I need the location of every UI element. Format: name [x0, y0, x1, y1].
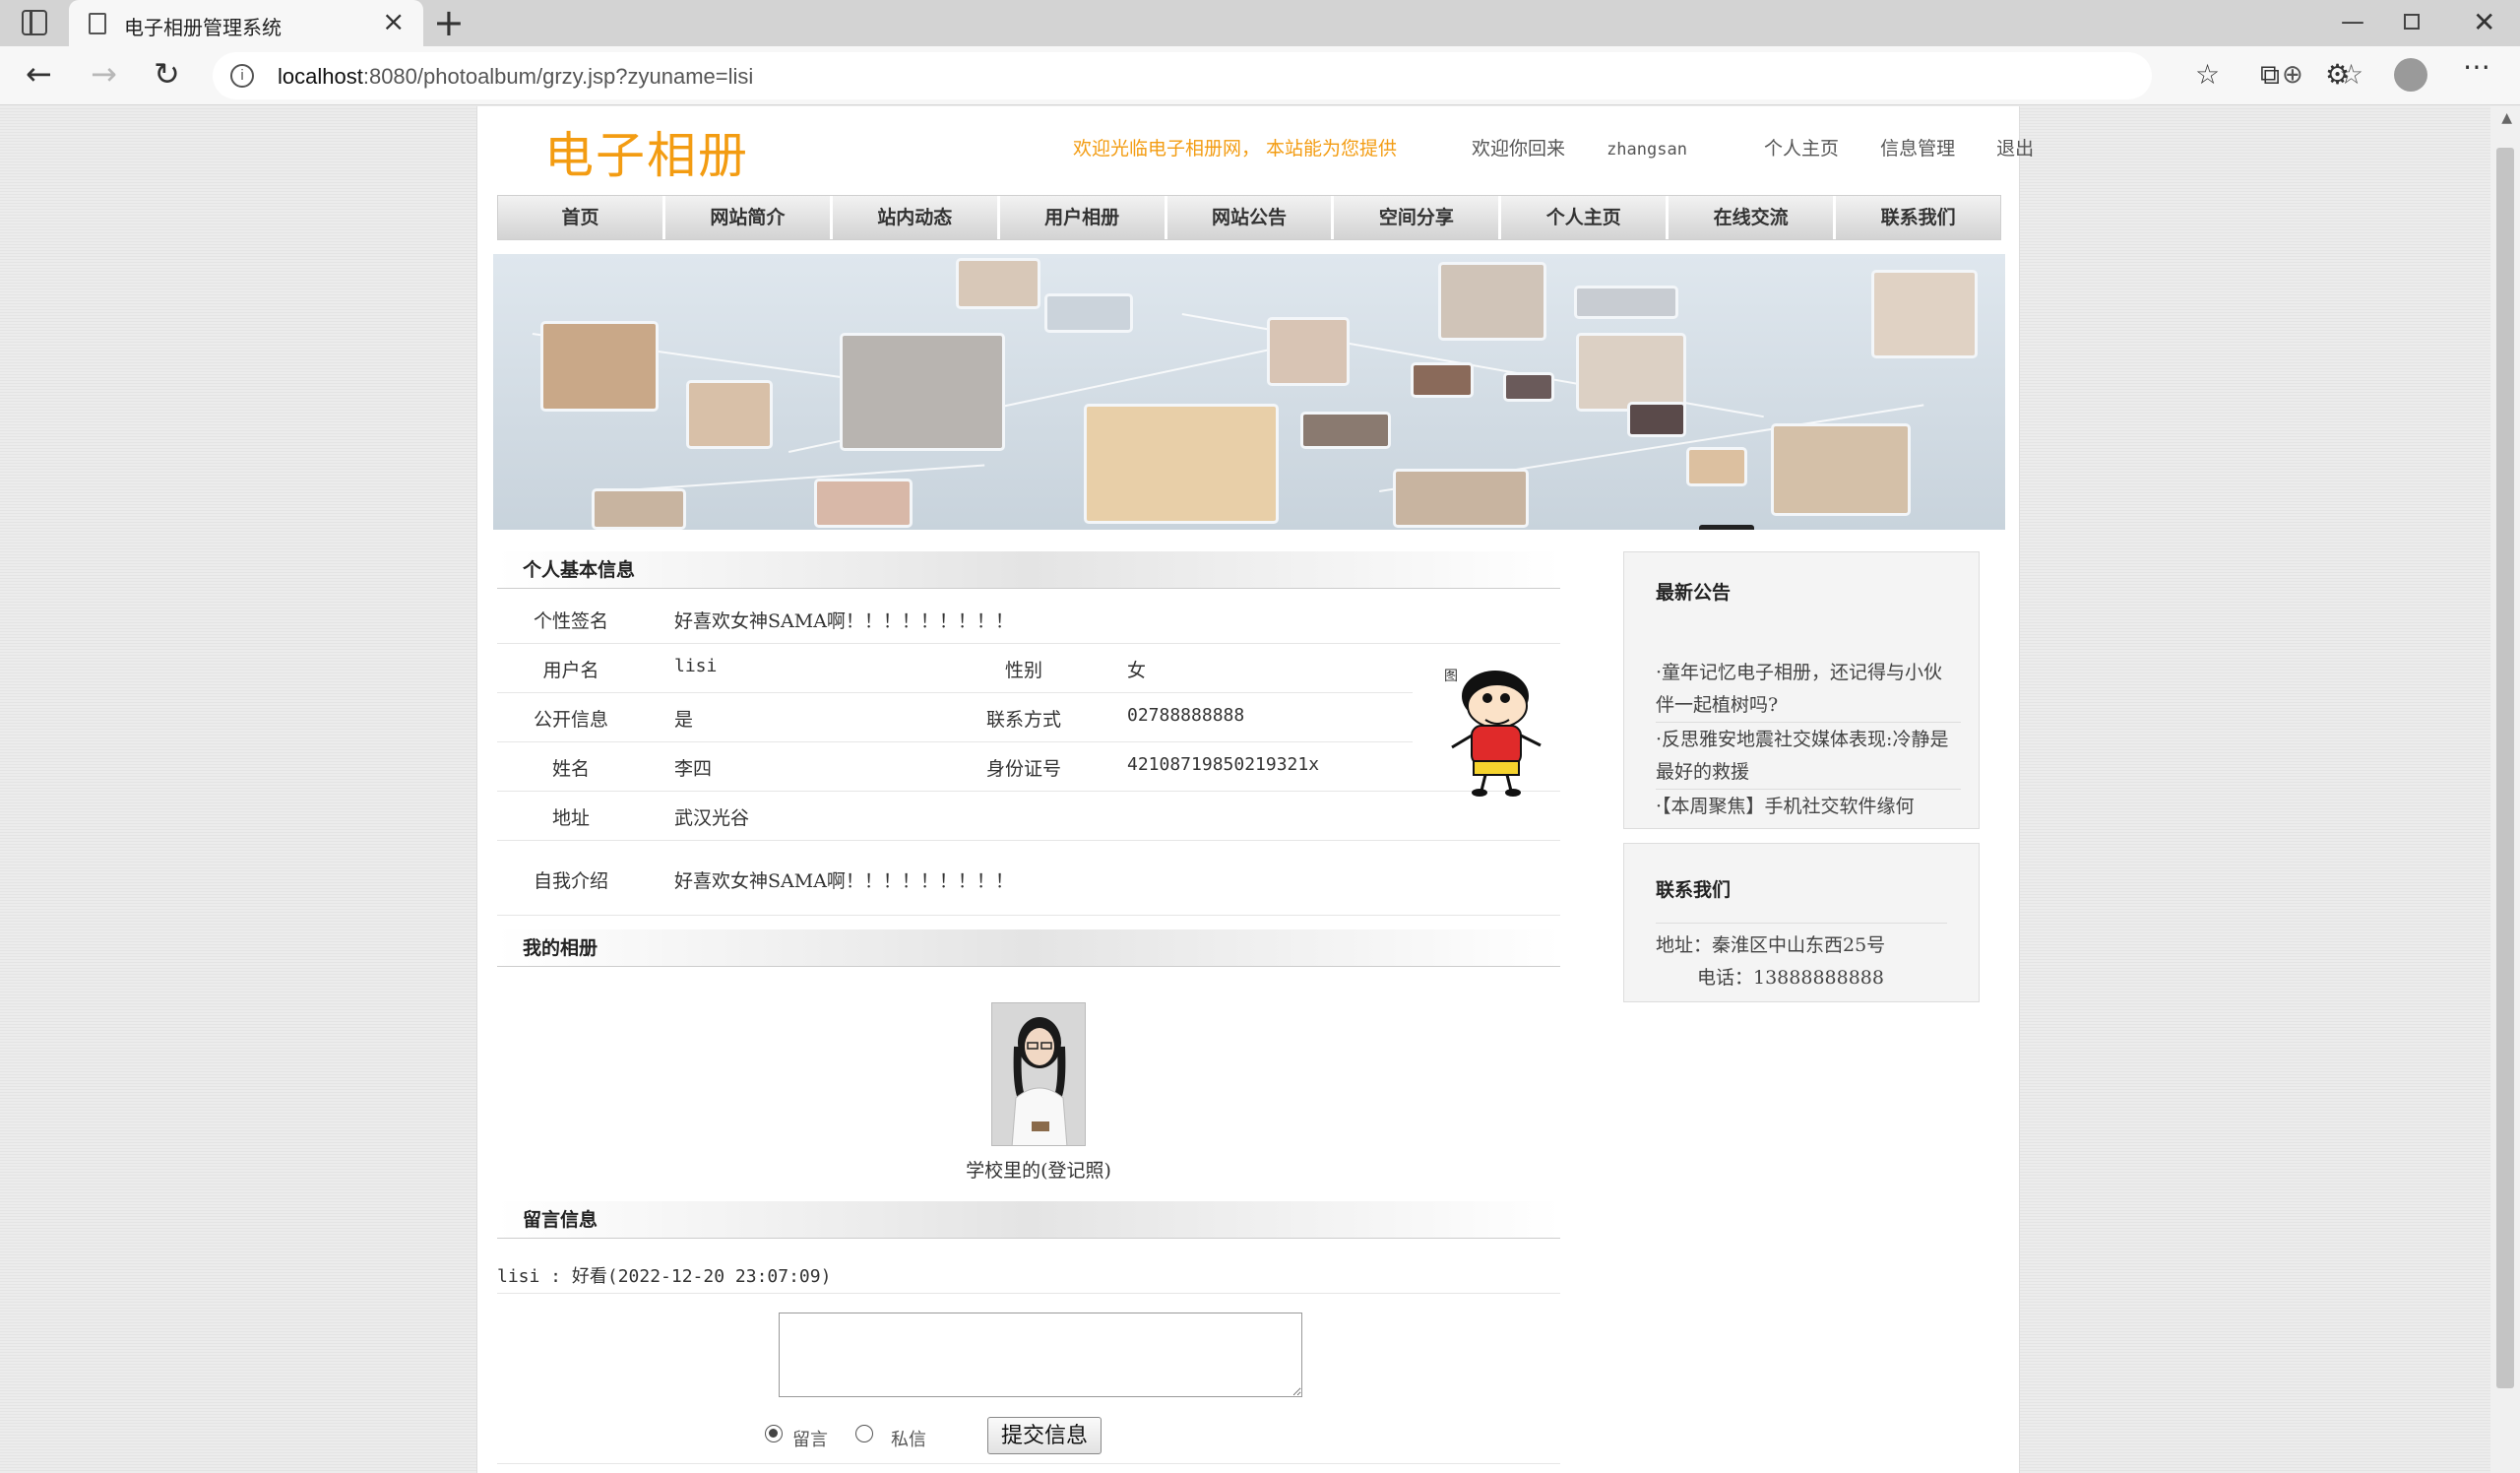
- profile-avatar[interactable]: [2394, 58, 2427, 92]
- nav-item-notices[interactable]: 网站公告: [1166, 196, 1335, 239]
- scroll-up-icon[interactable]: ▲: [2501, 110, 2512, 126]
- name-label: 姓名: [551, 758, 590, 780]
- url-input[interactable]: i localhost:8080/photoalbum/grzy.jsp?zyu…: [213, 52, 2363, 99]
- link-manage[interactable]: 信息管理: [1880, 138, 1955, 160]
- signature-value: 好喜欢女神SAMA啊！！！！！！！！！: [674, 610, 1014, 632]
- user-avatar: 图: [1432, 663, 1560, 801]
- nav-item-albums[interactable]: 用户相册: [999, 196, 1167, 239]
- album-photo-caption[interactable]: 学校里的(登记照): [940, 1156, 1137, 1183]
- reload-icon[interactable]: ↻: [154, 58, 180, 90]
- address-bar-area: ← → ↻ i localhost:8080/photoalbum/grzy.j…: [0, 46, 2520, 105]
- radio-public-message[interactable]: [765, 1425, 783, 1442]
- page-icon: [89, 13, 106, 34]
- nav-item-home[interactable]: 首页: [498, 196, 665, 239]
- signature-label: 个性签名: [533, 610, 608, 632]
- public-value: 是: [674, 709, 694, 731]
- banner-image: [493, 254, 2005, 530]
- svg-text:图: 图: [1444, 669, 1458, 684]
- radio-private-label: 私信: [891, 1430, 926, 1450]
- address-value: 武汉光谷: [674, 807, 750, 829]
- welcome-text: 欢迎你回来 zhangsan: [1472, 138, 1687, 160]
- id-label: 身份证号: [985, 758, 1061, 780]
- address-label: 地址: [551, 807, 590, 829]
- message-item: lisi : 好看(2022-12-20 23:07:09): [497, 1258, 1560, 1294]
- browser-tab-bar: 电子相册管理系统 × + — ✕: [0, 0, 2520, 46]
- tab-actions-icon[interactable]: [22, 10, 47, 35]
- site-logo[interactable]: 电子相册: [544, 116, 749, 187]
- restore-icon[interactable]: [2404, 14, 2420, 30]
- tab-title: 电子相册管理系统: [124, 18, 282, 39]
- top-links: 欢迎你回来 zhangsan 个人主页 信息管理 退出: [1472, 134, 2069, 160]
- submit-button[interactable]: 提交信息: [987, 1417, 1102, 1454]
- radio-public-label: 留言: [792, 1430, 828, 1450]
- row-public: 公开信息 是 联系方式 02788888888: [497, 693, 1413, 742]
- tab-close-icon[interactable]: ×: [382, 8, 405, 35]
- browser-tab[interactable]: 电子相册管理系统 ×: [69, 0, 423, 46]
- gender-label: 性别: [1004, 660, 1042, 681]
- nav-item-chat[interactable]: 在线交流: [1669, 196, 1837, 239]
- forward-icon[interactable]: →: [91, 58, 117, 90]
- banner-indicator[interactable]: [1699, 525, 1754, 530]
- divider: [497, 1463, 1560, 1464]
- nav-item-intro[interactable]: 网站简介: [664, 196, 833, 239]
- row-username: 用户名 lisi 性别 女: [497, 644, 1413, 693]
- row-signature: 个性签名 好喜欢女神SAMA啊！！！！！！！！！: [497, 595, 1560, 644]
- site-info-icon[interactable]: i: [230, 64, 254, 88]
- album-photo[interactable]: [991, 1002, 1086, 1146]
- back-icon[interactable]: ←: [26, 58, 52, 90]
- notice-item[interactable]: ·童年记忆电子相册，还记得与小伙伴一起植树吗?: [1656, 657, 1961, 723]
- public-label: 公开信息: [533, 709, 608, 731]
- message-text: lisi : 好看(2022-12-20 23:07:09): [497, 1266, 832, 1287]
- row-intro: 自我介绍 好喜欢女神SAMA啊！！！！！！！！！: [497, 841, 1560, 916]
- album-section-title: 我的相册: [497, 929, 1560, 967]
- page-container: 电子相册 欢迎光临电子相册网， 本站能为您提供 欢迎你回来 zhangsan 个…: [476, 106, 2034, 1473]
- link-home[interactable]: 个人主页: [1764, 138, 1839, 160]
- username-label: 用户名: [542, 660, 599, 681]
- intro-label: 自我介绍: [533, 870, 608, 892]
- window-close-icon[interactable]: ✕: [2473, 6, 2495, 38]
- profile-section-title: 个人基本信息: [497, 551, 1560, 589]
- minimize-icon[interactable]: —: [2341, 8, 2364, 35]
- row-address: 地址 武汉光谷: [497, 792, 1560, 841]
- url-text: localhost:8080/photoalbum/grzy.jsp?zyuna…: [278, 64, 754, 89]
- messages-section-title: 留言信息: [497, 1201, 1560, 1239]
- username-value: lisi: [674, 656, 718, 676]
- name-value: 李四: [674, 758, 713, 780]
- favorites-icon[interactable]: ☆: [2195, 60, 2220, 90]
- new-tab-icon[interactable]: +: [433, 2, 465, 43]
- intro-value: 好喜欢女神SAMA啊！！！！！！！！！: [674, 870, 1014, 892]
- scrollbar[interactable]: ▲: [2490, 106, 2520, 1473]
- notice-title: 最新公告: [1656, 582, 1732, 604]
- contact-label: 联系方式: [985, 709, 1061, 731]
- message-input[interactable]: [779, 1313, 1302, 1397]
- zoom-icon[interactable]: ⊕: [2282, 60, 2303, 90]
- notice-item[interactable]: ·反思雅安地震社交媒体表现:冷静是最好的救援: [1656, 724, 1961, 790]
- nav-item-news[interactable]: 站内动态: [832, 196, 1000, 239]
- extensions-icon[interactable]: ⚙: [2325, 60, 2350, 90]
- contact-box: 联系我们 地址：秦淮区中山东西25号 电话：13888888888: [1623, 843, 1980, 1002]
- row-name: 姓名 李四 身份证号 42108719850219321x: [497, 742, 1560, 792]
- notice-box: 最新公告 ·童年记忆电子相册，还记得与小伙伴一起植树吗? ·反思雅安地震社交媒体…: [1623, 551, 1980, 829]
- nav-item-share[interactable]: 空间分享: [1334, 196, 1502, 239]
- link-logout[interactable]: 退出: [1996, 138, 2034, 160]
- collections-icon[interactable]: ⧉: [2260, 60, 2280, 90]
- more-icon[interactable]: ⋯: [2463, 52, 2490, 82]
- contact-value: 02788888888: [1127, 705, 1245, 726]
- nav-item-contact[interactable]: 联系我们: [1836, 196, 2001, 239]
- welcome-marquee: 欢迎光临电子相册网， 本站能为您提供: [1073, 138, 1398, 160]
- main-nav: 首页 网站简介 站内动态 用户相册 网站公告 空间分享 个人主页 在线交流 联系…: [497, 195, 2001, 240]
- gender-value: 女: [1127, 660, 1147, 681]
- contact-address: 地址：秦淮区中山东西25号: [1656, 934, 1886, 956]
- notice-item[interactable]: ·【本周聚焦】手机社交软件缘何: [1656, 791, 1961, 823]
- radio-private-message[interactable]: [855, 1425, 873, 1442]
- nav-item-profile[interactable]: 个人主页: [1501, 196, 1670, 239]
- page-viewport: ▲ 电子相册 欢迎光临电子相册网， 本站能为您提供 欢迎你回来 zhangsan…: [0, 106, 2520, 1473]
- contact-phone: 电话：13888888888: [1697, 967, 1884, 989]
- id-value: 42108719850219321x: [1127, 754, 1320, 775]
- contact-title: 联系我们: [1656, 879, 1732, 901]
- scroll-thumb[interactable]: [2496, 148, 2514, 1388]
